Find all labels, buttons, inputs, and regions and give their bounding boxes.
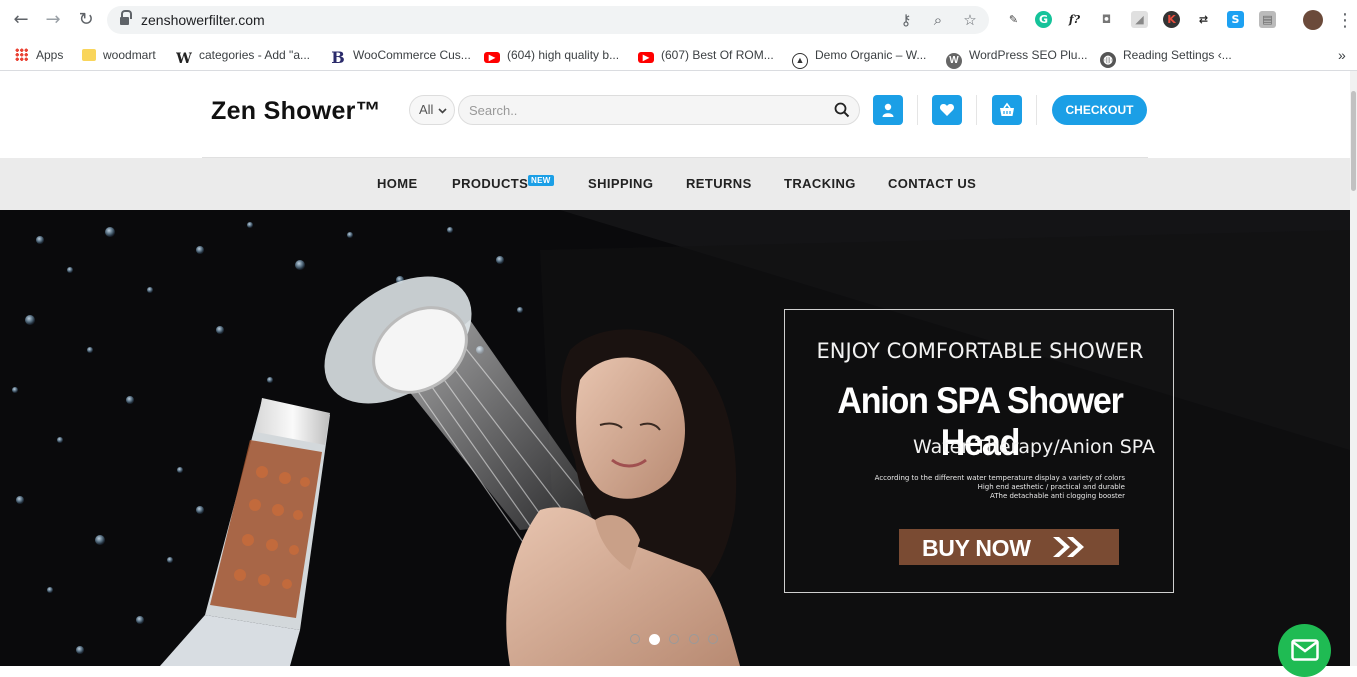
cart-button[interactable] — [992, 95, 1022, 125]
page-scrollbar[interactable] — [1350, 71, 1357, 666]
search-input[interactable] — [469, 101, 829, 119]
slider-dot[interactable] — [708, 634, 718, 644]
promo-tagline: ENJOY COMFORTABLE SHOWER — [816, 339, 1144, 363]
bookmark-woodmart[interactable]: woodmart — [82, 45, 156, 65]
youtube-icon: ▶ — [484, 52, 500, 63]
account-button[interactable] — [873, 95, 903, 125]
bookmark-wordpress-seo[interactable]: W WordPress SEO Plu... — [946, 45, 1087, 69]
camera-extension-icon[interactable]: ◘ — [1098, 11, 1115, 28]
chevron-down-icon — [438, 108, 447, 114]
site-logo[interactable]: Zen Shower™ — [211, 97, 381, 126]
nav-home[interactable]: HOME — [377, 176, 418, 191]
url-text[interactable]: zenshowerfilter.com — [141, 12, 265, 28]
promo-subtitle: Water Therapy/Anion SPA — [913, 436, 1156, 458]
bookmark-apps[interactable]: Apps — [15, 45, 63, 65]
nav-contact-us[interactable]: CONTACT US — [888, 176, 976, 191]
bookmark-categories[interactable]: Wcategories - Add "a... — [176, 45, 310, 67]
eyedropper-extension-icon[interactable]: ✎ — [1005, 11, 1022, 28]
bookmark-woocommerce[interactable]: B WooCommerce Cus... — [330, 45, 471, 67]
apps-grid-icon — [15, 48, 28, 61]
youtube-icon: ▶ — [638, 52, 654, 63]
b-logo-icon: B — [331, 48, 345, 67]
nav-returns[interactable]: RETURNS — [686, 176, 752, 191]
folder-icon — [82, 49, 96, 61]
slider-dot[interactable] — [630, 634, 640, 644]
nav-shipping[interactable]: SHIPPING — [588, 176, 653, 191]
site-header: Zen Shower™ All CHECKOUT — [0, 71, 1350, 158]
slider-dot-active[interactable] — [649, 633, 660, 645]
profile-avatar[interactable] — [1303, 10, 1323, 30]
pin-extension-icon[interactable]: ◢ — [1131, 11, 1148, 28]
promo-note: AThe detachable anti clogging booster — [989, 492, 1125, 500]
wikipedia-icon: W — [176, 51, 192, 67]
contact-mail-button[interactable] — [1278, 624, 1331, 677]
save-extension-icon[interactable]: ▤ — [1259, 11, 1276, 28]
search-box — [458, 95, 860, 125]
double-chevron-right-icon — [1053, 537, 1084, 557]
browser-toolbar: ← → ↻ zenshowerfilter.com ⚷ ⌕ ☆ ✎ G f? ◘… — [0, 0, 1357, 40]
menu-kebab-icon[interactable]: ⋮ — [1333, 9, 1357, 33]
scrollbar-thumb[interactable] — [1351, 91, 1356, 191]
wordpress-icon: W — [946, 53, 962, 69]
divider — [917, 95, 918, 125]
category-select[interactable]: All — [409, 95, 455, 125]
bookmark-youtube-607[interactable]: ▶ (607) Best Of ROM... — [638, 45, 774, 65]
divider — [976, 95, 977, 125]
globe-icon: ◍ — [1100, 52, 1116, 68]
reload-icon[interactable]: ↻ — [74, 8, 98, 32]
bookmarks-bar: Apps woodmart Wcategories - Add "a... BW… — [0, 40, 1357, 71]
mail-icon — [1291, 639, 1319, 661]
nav-tracking[interactable]: TRACKING — [784, 176, 856, 191]
k-extension-icon[interactable]: K — [1163, 11, 1180, 28]
slider-dot[interactable] — [669, 634, 679, 644]
nav-products[interactable]: PRODUCTS — [452, 176, 528, 191]
translate-extension-icon[interactable]: ⇄ — [1195, 11, 1212, 28]
lock-icon — [120, 10, 132, 25]
checkout-button[interactable]: CHECKOUT — [1052, 95, 1147, 125]
buy-now-button[interactable]: BUY NOW — [899, 529, 1119, 565]
hero-banner: ENJOY COMFORTABLE SHOWER Anion SPA Showe… — [0, 210, 1350, 666]
s-extension-icon[interactable]: S — [1227, 11, 1244, 28]
basket-icon — [1000, 102, 1014, 116]
bookmark-reading-settings[interactable]: ◍ Reading Settings ‹... — [1100, 45, 1232, 68]
star-icon[interactable]: ☆ — [961, 11, 979, 29]
heart-icon — [939, 104, 955, 116]
more-bookmarks-icon[interactable]: » — [1338, 45, 1346, 65]
address-bar[interactable]: zenshowerfilter.com ⚷ ⌕ ☆ — [107, 6, 989, 34]
promo-note: According to the different water tempera… — [874, 474, 1125, 482]
fonts-extension-icon[interactable]: f? — [1066, 11, 1083, 28]
promo-note: High end aesthetic / practical and durab… — [977, 483, 1125, 491]
promo-box: ENJOY COMFORTABLE SHOWER Anion SPA Showe… — [784, 309, 1174, 593]
bookmark-demo-organic[interactable]: ▲ Demo Organic – W... — [792, 45, 926, 69]
grammarly-extension-icon[interactable]: G — [1035, 11, 1052, 28]
forward-arrow-icon[interactable]: → — [41, 8, 65, 32]
zoom-icon[interactable]: ⌕ — [929, 11, 947, 29]
bookmark-youtube-604[interactable]: ▶ (604) high quality b... — [484, 45, 619, 65]
key-icon[interactable]: ⚷ — [897, 11, 915, 29]
user-icon — [882, 103, 894, 117]
back-arrow-icon[interactable]: ← — [9, 8, 33, 32]
new-badge: NEW — [528, 175, 554, 186]
divider — [1036, 95, 1037, 125]
triangle-logo-icon: ▲ — [792, 53, 808, 69]
search-icon[interactable] — [834, 102, 850, 118]
main-navigation: HOME PRODUCTS NEW SHIPPING RETURNS TRACK… — [0, 158, 1350, 210]
wishlist-button[interactable] — [932, 95, 962, 125]
slider-dot[interactable] — [689, 634, 699, 644]
